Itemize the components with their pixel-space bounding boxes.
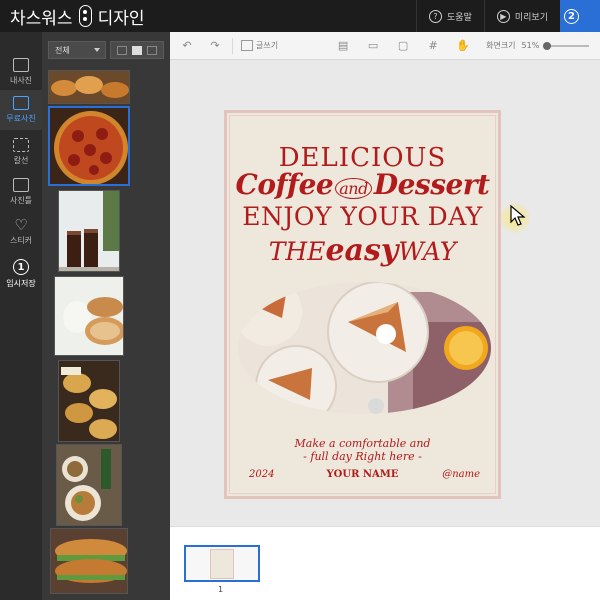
help-label: 도움말 xyxy=(447,12,472,23)
poster-tagline[interactable]: Make a comfortable and - full day Right … xyxy=(227,437,498,463)
nav-label: 임시저장 xyxy=(6,279,36,288)
poster-tagline-line2: - full day Right here - xyxy=(303,450,422,463)
photo-thumb-pizza[interactable] xyxy=(48,106,130,186)
page-strip: 1 xyxy=(170,526,600,600)
page-number: 1 xyxy=(218,585,224,594)
poster-word-way: WAY xyxy=(398,237,457,266)
photo-thumb-meal-table[interactable] xyxy=(56,444,122,526)
preview-button[interactable]: ▶ 미리보기 xyxy=(483,0,560,32)
text-tool-label: 글쓰기 xyxy=(256,41,279,50)
step-number-icon: 2 xyxy=(564,8,579,24)
nav-label: 스티커 xyxy=(9,236,33,245)
hand-icon[interactable]: ✋ xyxy=(456,39,470,52)
number-one-icon: 1 xyxy=(13,259,29,275)
nav-cut-line[interactable]: 칼선 xyxy=(0,132,42,172)
poster-handle[interactable]: @name xyxy=(442,469,480,480)
photo-thumb-sandwich[interactable] xyxy=(50,528,128,594)
help-button[interactable]: ? 도움말 xyxy=(416,0,484,32)
poster-heading-enjoy[interactable]: ENJOY YOUR DAY xyxy=(227,202,498,231)
pizza-photo xyxy=(50,108,128,184)
page-thumbnail-preview xyxy=(210,549,234,579)
list-view-icon[interactable] xyxy=(116,45,127,55)
editor-toolbar: ↶ ↷ 글쓰기 ▤ ▭ ▢ # ✋ 화면크기 51% xyxy=(170,32,600,60)
page-thumbnail[interactable] xyxy=(184,545,260,582)
filter-value: 전체 xyxy=(55,46,70,55)
layers-icon[interactable]: ▤ xyxy=(336,39,350,52)
poster-heading-easy-way[interactable]: THEeasyWAY xyxy=(227,233,498,268)
undo-icon[interactable]: ↶ xyxy=(180,39,194,52)
cut-line-icon xyxy=(13,138,29,152)
muffin-photo xyxy=(55,277,123,355)
zoom-slider[interactable] xyxy=(543,41,590,50)
brand-suffix: 디자인 xyxy=(97,8,145,29)
nav-stickers[interactable]: ♡ 스티커 xyxy=(0,212,42,252)
nav-frames[interactable]: 사진틀 xyxy=(0,172,42,212)
logo-icon xyxy=(78,5,92,27)
poster-heading-coffee-dessert[interactable]: Coffee and Dessert xyxy=(227,168,498,201)
poster-design[interactable]: DELICIOUS Coffee and Dessert ENJOY YOUR DA… xyxy=(224,110,501,499)
poster-word-dessert: Dessert xyxy=(373,168,490,201)
play-icon: ▶ xyxy=(496,9,510,23)
top-actions: ? 도움말 ▶ 미리보기 2 xyxy=(416,0,600,32)
nav-my-photos[interactable]: 내사진 xyxy=(0,52,42,92)
brand-name: 차스워스 xyxy=(10,8,73,29)
dessert-photo xyxy=(238,282,491,414)
zoom-slider-knob[interactable] xyxy=(543,41,552,50)
bread-rolls-photo xyxy=(59,361,119,441)
nav-temp-save[interactable]: 1 임시저장 xyxy=(0,254,42,294)
poster-photo[interactable] xyxy=(238,282,491,414)
iced-coffee-photo xyxy=(59,191,119,271)
meal-table-photo xyxy=(57,445,121,525)
view-toggle xyxy=(110,41,164,59)
grid-view-icon[interactable] xyxy=(131,45,142,55)
poster-word-easy: easy xyxy=(325,233,399,268)
nav-free-photos[interactable]: 무료사진 xyxy=(0,90,42,130)
poster-word-the: THE xyxy=(268,237,326,266)
nav-label: 무료사진 xyxy=(6,114,36,123)
photo-thumb-muffin[interactable] xyxy=(54,276,124,356)
croissant-photo xyxy=(49,71,129,103)
mouse-cursor-icon xyxy=(510,205,526,226)
zoom-label: 화면크기 xyxy=(486,41,516,50)
photo-thumb-croissants[interactable] xyxy=(48,70,130,104)
align-icon[interactable]: ▭ xyxy=(366,39,380,52)
toolbar-divider xyxy=(232,37,233,54)
poster-word-coffee: Coffee xyxy=(235,168,334,201)
image-icon xyxy=(13,58,29,72)
heart-icon: ♡ xyxy=(14,216,28,234)
question-icon: ? xyxy=(429,9,443,23)
poster-tagline-line1: Make a comfortable and xyxy=(294,437,431,450)
nav-label: 내사진 xyxy=(9,76,33,85)
redo-icon[interactable]: ↷ xyxy=(208,39,222,52)
photo-thumb-bread-rolls[interactable] xyxy=(58,360,120,442)
poster-word-and: and xyxy=(335,178,372,199)
left-nav: 내사진 무료사진 칼선 사진틀 ♡ 스티커 1 임시저장 xyxy=(0,32,42,600)
sandwich-photo xyxy=(51,529,127,593)
design-canvas[interactable]: DELICIOUS Coffee and Dessert ENJOY YOUR DA… xyxy=(170,60,600,526)
filter-select[interactable]: 전체 xyxy=(48,41,106,59)
top-bar: 차스워스 디자인 ? 도움말 ▶ 미리보기 2 xyxy=(0,0,600,32)
preview-label: 미리보기 xyxy=(514,12,548,23)
brand-logo: 차스워스 디자인 xyxy=(10,4,145,29)
nav-label: 사진틀 xyxy=(9,196,33,205)
large-view-icon[interactable] xyxy=(147,45,158,55)
photo-thumb-iced-coffee[interactable] xyxy=(58,190,120,272)
crop-icon[interactable]: ▢ xyxy=(396,39,410,52)
zoom-control: 화면크기 51% xyxy=(486,40,590,51)
nav-label: 칼선 xyxy=(13,156,29,165)
photo-panel: 전체 xyxy=(42,32,170,600)
chevron-down-icon xyxy=(94,48,100,52)
grid-icon[interactable]: # xyxy=(426,39,440,52)
free-photo-icon xyxy=(13,96,29,110)
next-step-button[interactable]: 2 xyxy=(560,0,600,32)
text-box-icon xyxy=(241,40,253,51)
text-tool-button[interactable]: 글쓰기 xyxy=(241,40,278,51)
zoom-value: 51% xyxy=(521,41,540,50)
frame-icon xyxy=(13,178,29,192)
